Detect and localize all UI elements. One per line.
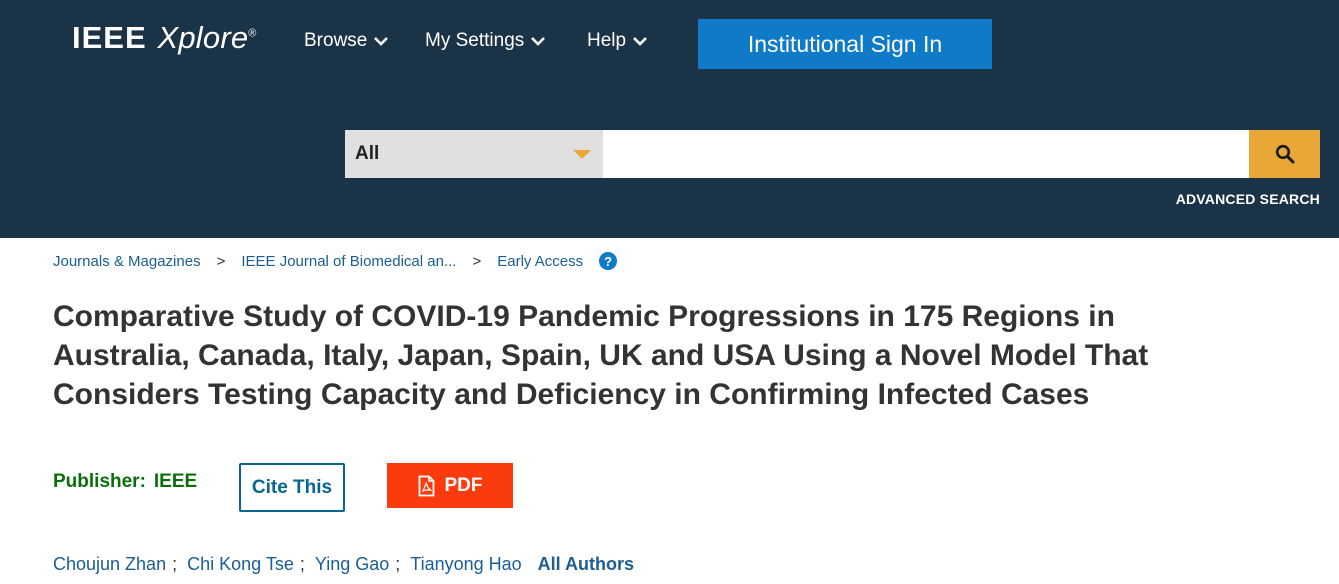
chevron-down-icon [530, 36, 546, 46]
author-separator: ; [172, 554, 178, 574]
chevron-down-icon [632, 36, 648, 46]
publisher-info: Publisher: IEEE [53, 471, 197, 493]
institutional-sign-in-button[interactable]: Institutional Sign In [698, 19, 992, 69]
author-link[interactable]: Tianyong Hao [410, 554, 521, 575]
ieee-xplore-logo[interactable]: IEEE Xplore® [72, 20, 257, 56]
chevron-down-icon [373, 36, 389, 46]
pdf-label: PDF [444, 474, 483, 496]
site-header: IEEE Xplore® Browse My Settings Help Ins… [0, 0, 1339, 238]
search-bar: All [345, 130, 1320, 178]
breadcrumb-journal-name[interactable]: IEEE Journal of Biomedical an... [241, 253, 456, 270]
caret-down-icon [573, 149, 591, 159]
search-button[interactable] [1249, 130, 1320, 178]
breadcrumb-separator: > [216, 252, 226, 270]
author-separator: ; [395, 554, 401, 574]
author-link[interactable]: Chi Kong Tse [187, 554, 294, 575]
search-scope-value: All [355, 143, 380, 164]
breadcrumb-separator: > [472, 252, 482, 270]
breadcrumb-early-access[interactable]: Early Access [497, 253, 583, 270]
nav-my-settings[interactable]: My Settings [425, 30, 546, 52]
nav-help[interactable]: Help [587, 30, 648, 52]
breadcrumb: Journals & Magazines > IEEE Journal of B… [53, 252, 618, 270]
breadcrumb-journals[interactable]: Journals & Magazines [53, 253, 201, 270]
author-list: Choujun Zhan ; Chi Kong Tse ; Ying Gao ;… [53, 554, 634, 575]
search-input[interactable] [603, 130, 1249, 178]
publisher-value: IEEE [153, 471, 198, 492]
logo-sub: Xplore [157, 20, 249, 55]
nav-browse-label: Browse [304, 30, 368, 51]
cite-this-button[interactable]: Cite This [239, 463, 345, 512]
nav-help-label: Help [587, 30, 627, 51]
publisher-label: Publisher: [53, 471, 146, 492]
pdf-file-icon [418, 475, 434, 496]
logo-main: IEEE [72, 20, 147, 55]
author-link[interactable]: Ying Gao [315, 554, 389, 575]
search-icon [1275, 144, 1294, 164]
author-separator: ; [299, 554, 305, 574]
author-link[interactable]: Choujun Zhan [53, 554, 166, 575]
logo-registered-mark: ® [248, 27, 257, 40]
advanced-search-link[interactable]: ADVANCED SEARCH [1176, 191, 1320, 207]
pdf-button[interactable]: PDF [387, 463, 513, 508]
nav-browse[interactable]: Browse [304, 30, 389, 52]
all-authors-link[interactable]: All Authors [538, 554, 634, 575]
help-icon[interactable]: ? [599, 252, 618, 270]
article-title: Comparative Study of COVID-19 Pandemic P… [53, 300, 1149, 411]
nav-my-settings-label: My Settings [425, 30, 525, 51]
search-scope-select[interactable]: All [345, 130, 603, 178]
